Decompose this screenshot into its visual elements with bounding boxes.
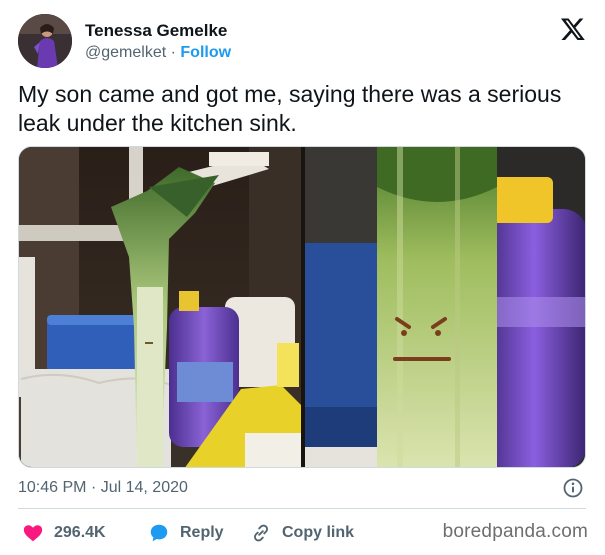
like-count: 296.4K (54, 524, 106, 541)
reply-label: Reply (180, 524, 224, 541)
reply-button[interactable]: Reply (148, 519, 224, 547)
tweet-text: My son came and got me, saying there was… (18, 81, 562, 136)
divider (18, 508, 586, 509)
tweet-timestamp[interactable]: 10:46 PM · Jul 14, 2020 (18, 479, 188, 497)
photo-leek-under-sink[interactable] (19, 147, 301, 467)
tweet-card: Tenessa Gemelke @gemelket · Follow My so… (0, 0, 605, 555)
x-logo-icon[interactable] (560, 16, 586, 42)
tweet-media[interactable] (18, 146, 586, 468)
reply-bubble-icon (150, 524, 168, 542)
tweet-meta: 10:46 PM · Jul 14, 2020 (18, 477, 586, 499)
copy-link-button[interactable]: Copy link (250, 519, 354, 547)
avatar[interactable] (18, 14, 72, 68)
like-button[interactable]: 296.4K (22, 519, 106, 547)
author-display-name[interactable]: Tenessa Gemelke (85, 20, 231, 41)
author-handle[interactable]: @gemelket (85, 44, 166, 61)
meta-separator: · (90, 479, 97, 496)
handle-separator: · (170, 44, 176, 61)
heart-icon (23, 525, 43, 542)
tweet-time: 10:46 PM (18, 479, 87, 496)
photo-leek-closeup-face[interactable] (305, 147, 585, 467)
tweet-date: Jul 14, 2020 (100, 479, 188, 496)
author-names: Tenessa Gemelke @gemelket · Follow (85, 20, 231, 64)
tweet-header: Tenessa Gemelke @gemelket · Follow (18, 14, 588, 68)
follow-button[interactable]: Follow (180, 44, 231, 61)
copy-link-label: Copy link (282, 524, 355, 541)
watermark: boredpanda.com (442, 521, 588, 542)
link-icon (254, 524, 268, 542)
info-icon[interactable] (562, 477, 584, 499)
tweet-actions: 296.4K Reply Copy link boredpanda.com (18, 519, 588, 547)
author-handle-row: @gemelket · Follow (85, 42, 231, 64)
